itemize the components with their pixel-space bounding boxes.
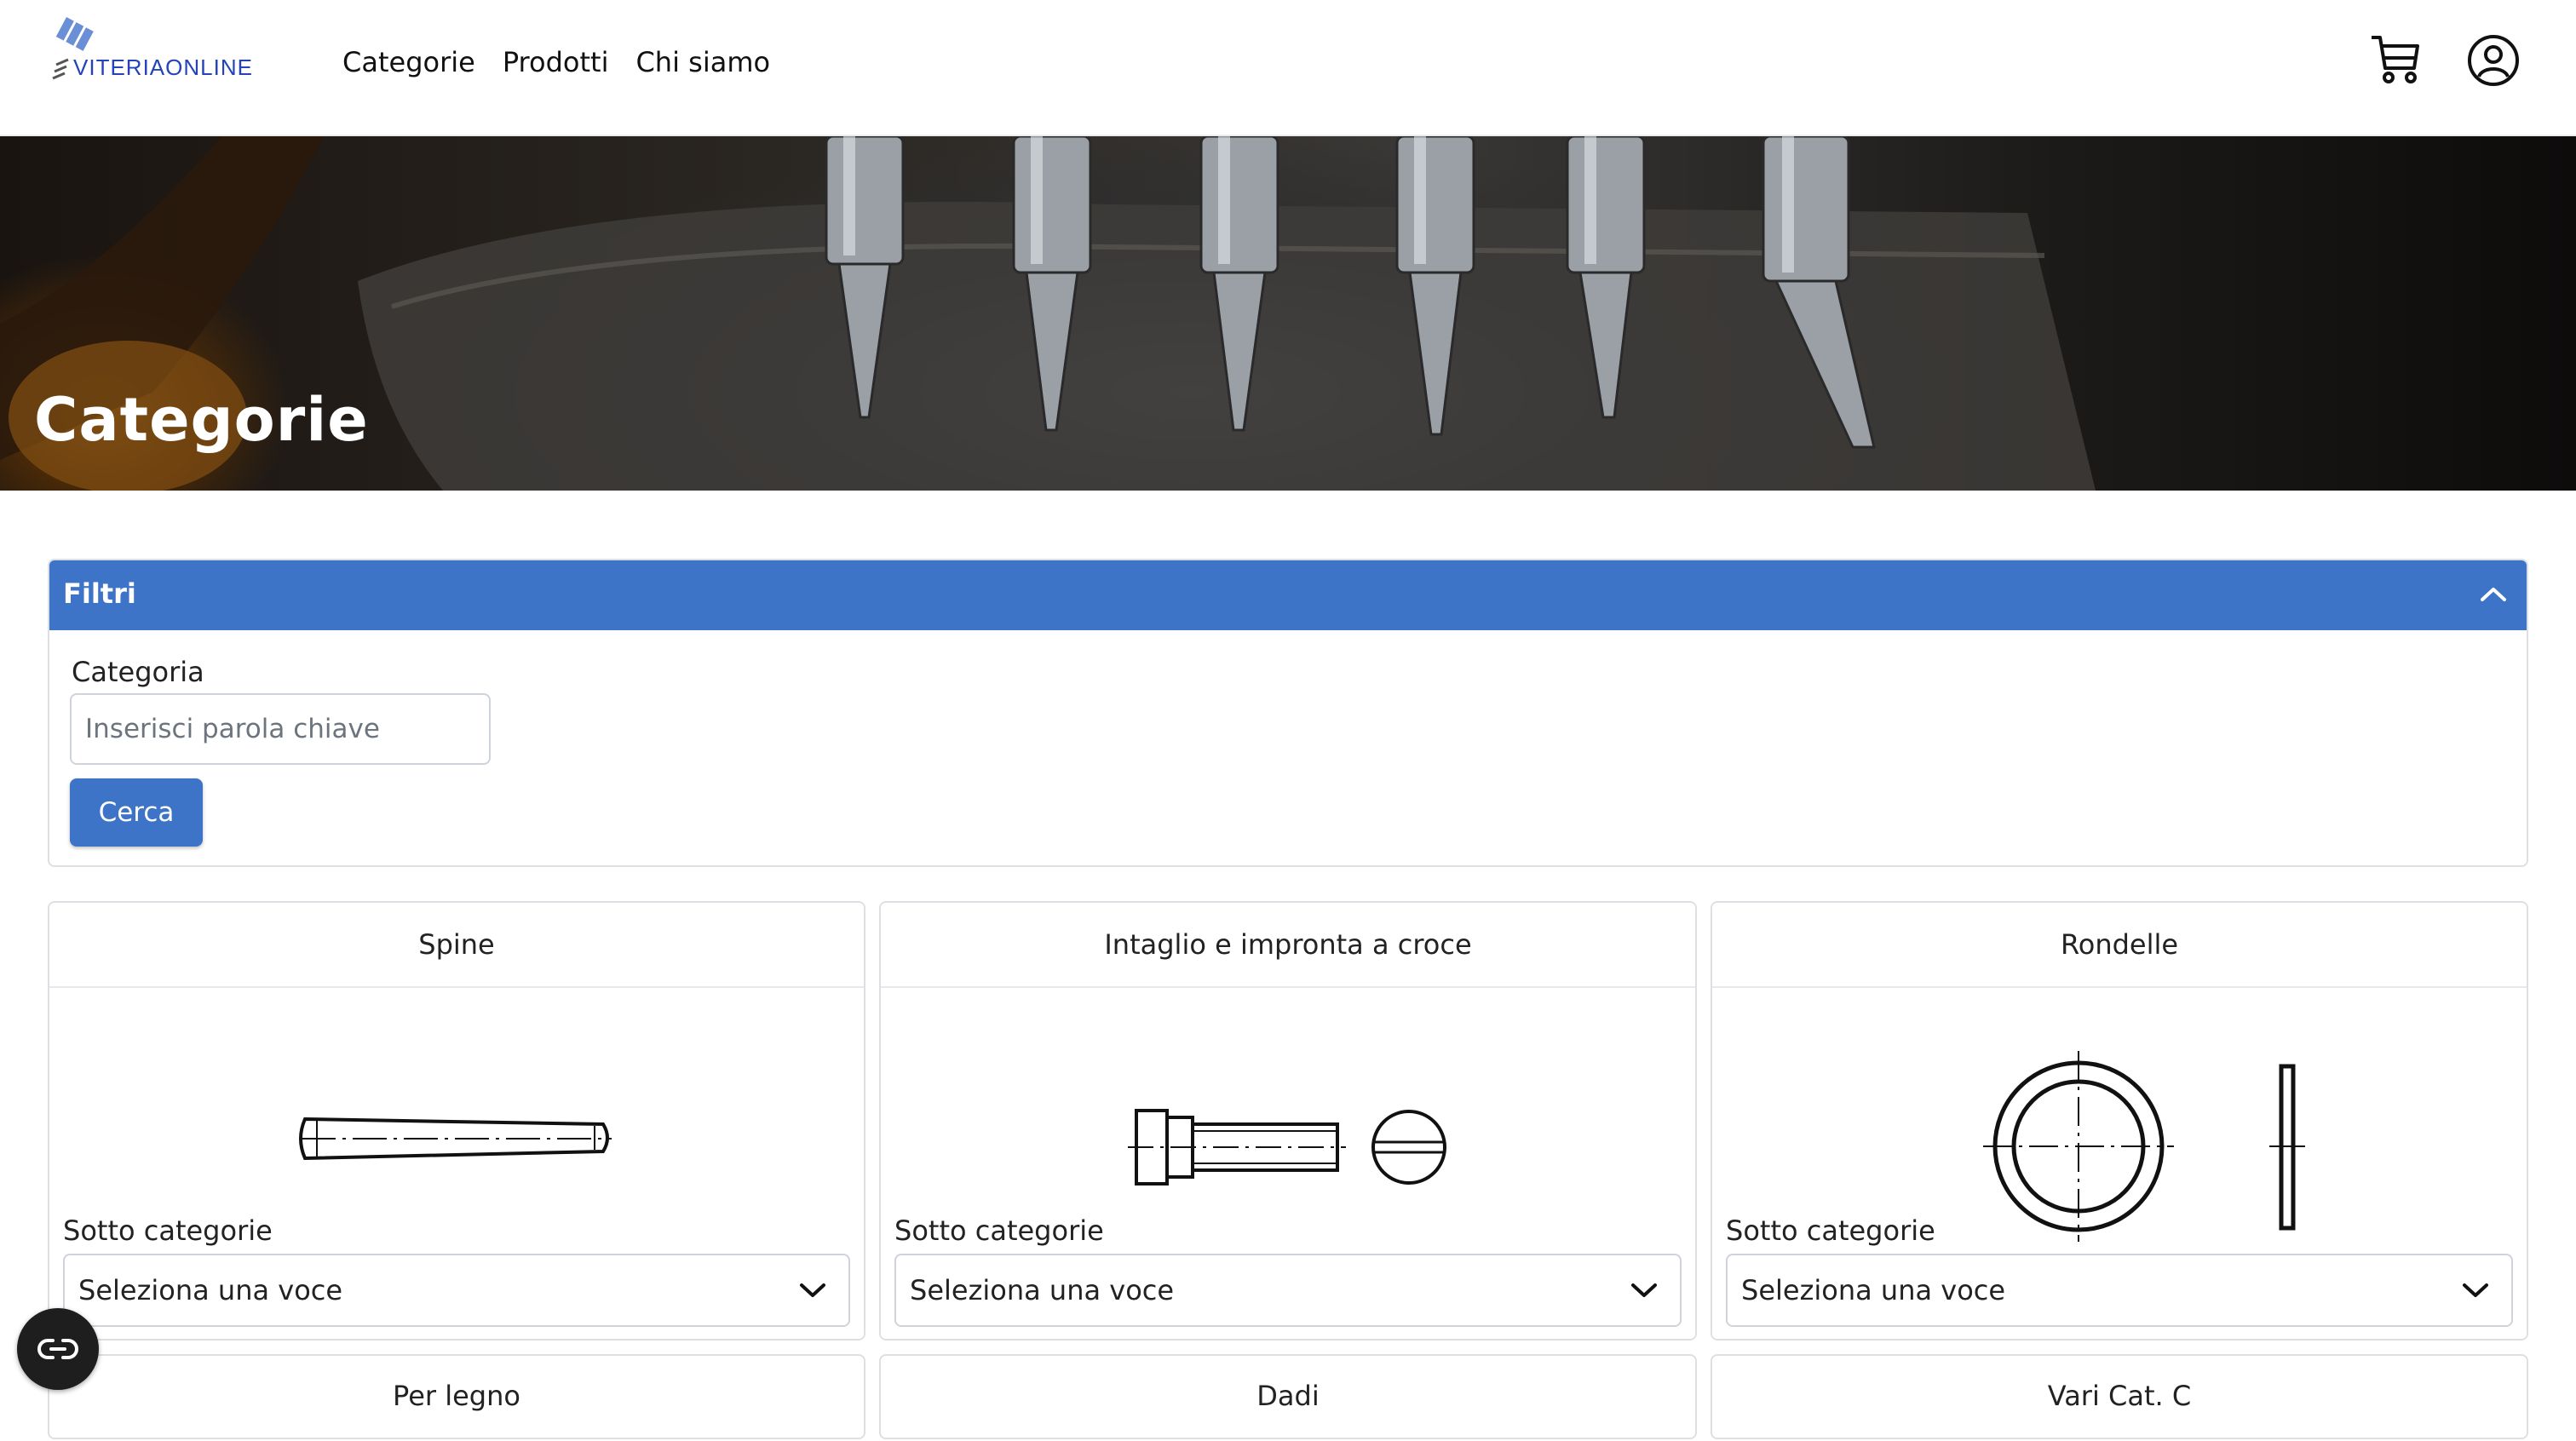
accessibility-button[interactable] xyxy=(17,1308,99,1390)
subcategory-label: Sotto categorie xyxy=(63,1214,273,1247)
subcategory-select[interactable]: Seleziona una voce xyxy=(894,1254,1682,1327)
subcategory-select[interactable]: Seleziona una voce xyxy=(63,1254,850,1327)
select-value: Seleziona una voce xyxy=(910,1274,1175,1306)
category-label: Categoria xyxy=(72,656,204,688)
card-title[interactable]: Vari Cat. C xyxy=(1712,1356,2527,1441)
logo-text: VITERIAONLINE xyxy=(73,55,253,80)
page-title: Categorie xyxy=(34,385,369,455)
card-title[interactable]: Rondelle xyxy=(1712,903,2527,988)
card-title[interactable]: Spine xyxy=(49,903,864,988)
card-title[interactable]: Dadi xyxy=(881,1356,1695,1441)
cart-icon[interactable] xyxy=(2368,32,2423,85)
category-card-per-legno: Per legno xyxy=(48,1354,865,1439)
nav-chi-siamo[interactable]: Chi siamo xyxy=(635,46,770,78)
accessibility-icon xyxy=(37,1339,78,1359)
card-title[interactable]: Per legno xyxy=(49,1356,864,1441)
nav-prodotti[interactable]: Prodotti xyxy=(503,46,609,78)
select-value: Seleziona una voce xyxy=(78,1274,343,1306)
filters-panel: Filtri Categoria Cerca xyxy=(48,559,2528,867)
screwdriver-bits-image xyxy=(0,136,2096,491)
main-nav: Categorie Prodotti Chi siamo xyxy=(342,46,770,78)
card-title[interactable]: Intaglio e impronta a croce xyxy=(881,903,1695,988)
hero-banner: Categorie xyxy=(0,136,2576,491)
category-card-intaglio: Intaglio e impronta a croce Sotto catego… xyxy=(879,901,1697,1341)
subcategory-select[interactable]: Seleziona una voce xyxy=(1726,1254,2513,1327)
search-button[interactable]: Cerca xyxy=(70,778,203,847)
site-header: VITERIAONLINE Categorie Prodotti Chi sia… xyxy=(0,0,2576,136)
subcategory-label: Sotto categorie xyxy=(1726,1214,1935,1247)
chevron-up-icon[interactable] xyxy=(2479,583,2508,606)
user-icon[interactable] xyxy=(2467,34,2520,87)
nav-categorie[interactable]: Categorie xyxy=(342,46,475,78)
category-card-rondelle: Rondelle Sotto categorie Seleziona una v… xyxy=(1711,901,2528,1341)
subcategory-label: Sotto categorie xyxy=(894,1214,1104,1247)
chevron-down-icon xyxy=(1631,1283,1657,1297)
category-card-spine: Spine Sotto categorie Seleziona una voce xyxy=(48,901,865,1341)
chevron-down-icon xyxy=(2463,1283,2488,1297)
chevron-down-icon xyxy=(800,1283,825,1297)
keyword-input[interactable] xyxy=(70,693,491,765)
site-logo[interactable]: VITERIAONLINE xyxy=(49,12,305,80)
category-card-vari-cat-c: Vari Cat. C xyxy=(1711,1354,2528,1439)
select-value: Seleziona una voce xyxy=(1741,1274,2006,1306)
filters-title: Filtri xyxy=(63,577,136,610)
category-card-dadi: Dadi xyxy=(879,1354,1697,1439)
filters-header[interactable]: Filtri xyxy=(49,560,2527,630)
